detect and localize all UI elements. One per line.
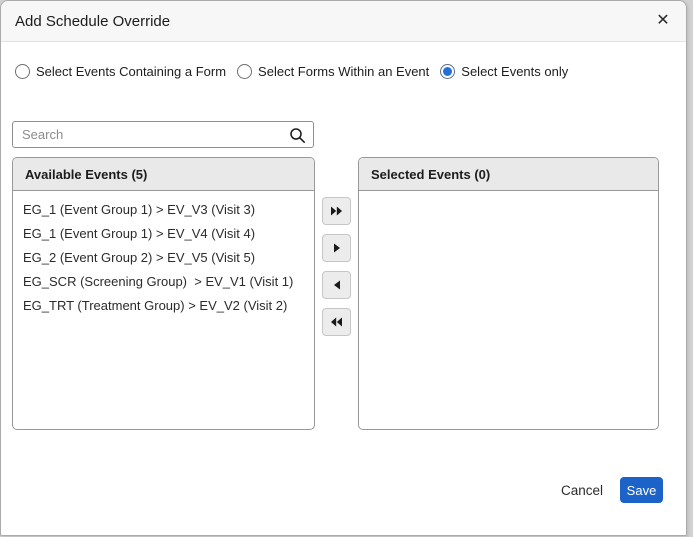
double-arrow-right-icon: [330, 206, 343, 216]
list-item[interactable]: EG_1 (Event Group 1) > EV_V4 (Visit 4): [13, 222, 314, 246]
search-input[interactable]: [13, 122, 313, 147]
radio-circle-icon: [237, 64, 252, 79]
radio-circle-icon: [15, 64, 30, 79]
list-item[interactable]: EG_2 (Event Group 2) > EV_V5 (Visit 5): [13, 246, 314, 270]
move-all-right-button[interactable]: [322, 197, 351, 225]
selected-events-header: Selected Events (0): [359, 158, 658, 191]
search-field: [12, 121, 314, 148]
search-icon[interactable]: [289, 127, 306, 144]
transfer-buttons: [322, 197, 351, 336]
dialog-title: Add Schedule Override: [15, 13, 170, 30]
move-all-left-button[interactable]: [322, 308, 351, 336]
move-left-button[interactable]: [322, 271, 351, 299]
available-events-header: Available Events (5): [13, 158, 314, 191]
arrow-left-icon: [333, 280, 341, 290]
arrow-right-icon: [333, 243, 341, 253]
selected-events-list: Selected Events (0): [358, 157, 659, 430]
dialog-header: Add Schedule Override ✕: [1, 1, 686, 42]
save-button[interactable]: Save: [620, 477, 663, 503]
radio-select-events-only[interactable]: Select Events only: [440, 64, 568, 79]
cancel-button[interactable]: Cancel: [557, 481, 607, 500]
add-schedule-override-dialog: Add Schedule Override ✕ Select Events Co…: [0, 0, 687, 536]
available-events-body: EG_1 (Event Group 1) > EV_V3 (Visit 3) E…: [13, 191, 314, 318]
radio-select-forms-within-event[interactable]: Select Forms Within an Event: [237, 64, 429, 79]
list-item[interactable]: EG_SCR (Screening Group) > EV_V1 (Visit …: [13, 270, 314, 294]
mode-radio-group: Select Events Containing a Form Select F…: [15, 64, 568, 79]
radio-circle-icon: [440, 64, 455, 79]
radio-label: Select Events Containing a Form: [36, 64, 226, 79]
radio-label: Select Events only: [461, 64, 568, 79]
double-arrow-left-icon: [330, 317, 343, 327]
selected-events-body: [359, 191, 658, 198]
list-item[interactable]: EG_TRT (Treatment Group) > EV_V2 (Visit …: [13, 294, 314, 318]
move-right-button[interactable]: [322, 234, 351, 262]
close-icon[interactable]: ✕: [652, 10, 674, 32]
radio-select-events-containing-form[interactable]: Select Events Containing a Form: [15, 64, 226, 79]
radio-label: Select Forms Within an Event: [258, 64, 429, 79]
list-item[interactable]: EG_1 (Event Group 1) > EV_V3 (Visit 3): [13, 198, 314, 222]
available-events-list: Available Events (5) EG_1 (Event Group 1…: [12, 157, 315, 430]
